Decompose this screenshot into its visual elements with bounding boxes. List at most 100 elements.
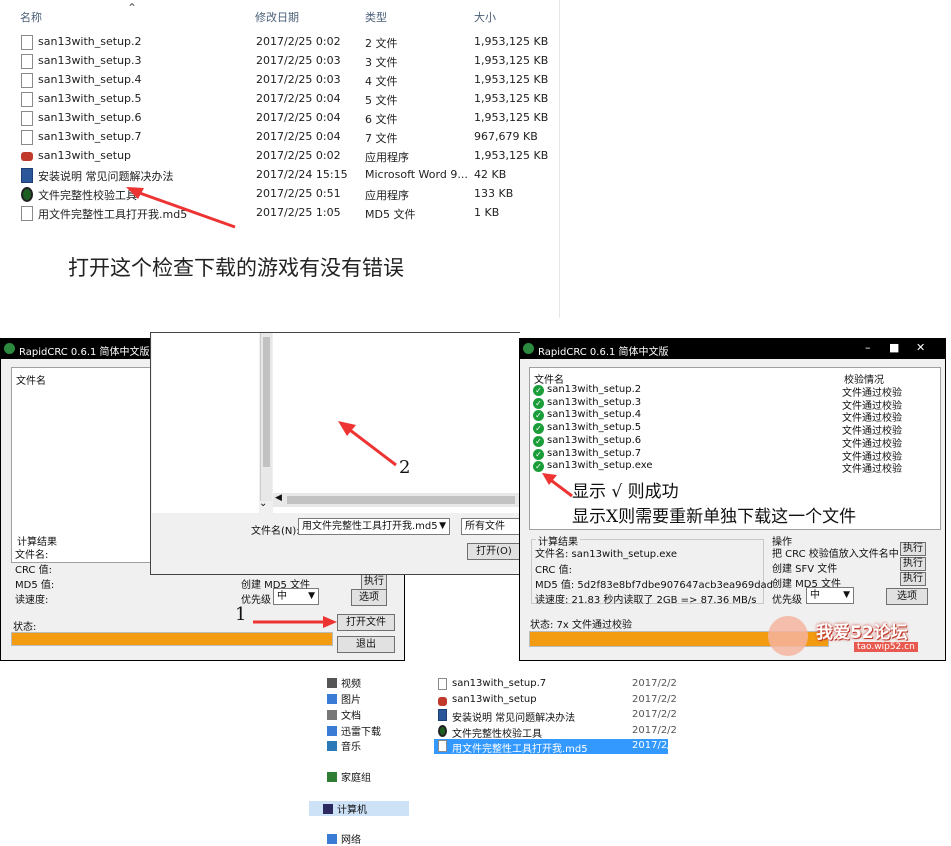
- navigation-pane: [152, 333, 259, 513]
- file-date: 2017/2/24 15:15: [256, 168, 348, 181]
- dialog-file-date: 2017/2/2: [632, 678, 677, 689]
- file-row[interactable]: 文件完整性校验工具 2017/2/25 0:51 应用程序 133 KB: [0, 184, 560, 203]
- open-button[interactable]: 打开(O): [467, 543, 521, 560]
- red-arrow-icon: [542, 473, 573, 498]
- nav-item[interactable]: 视频: [327, 675, 361, 690]
- verify-file-name: san13with_setup.6: [547, 434, 642, 446]
- instruction-note: 打开这个检查下载的游戏有没有错误: [68, 256, 404, 280]
- file-row[interactable]: san13with_setup.6 2017/2/25 0:04 6 文件 1,953…: [0, 108, 560, 127]
- nav-item-label: 家庭组: [341, 773, 371, 784]
- file-row[interactable]: san13with_setup 2017/2/25 0:02 应用程序 1,953,1…: [0, 146, 560, 165]
- file-row[interactable]: 用文件完整性工具打开我.md5 2017/2/25 1:05 MD5 文件 1 KB: [0, 203, 560, 222]
- exec-button[interactable]: 执行: [900, 557, 926, 571]
- exec-button[interactable]: 执行: [900, 572, 926, 586]
- result-field-label: 读速度:: [15, 595, 49, 606]
- file-date: 2017/2/25 0:04: [256, 111, 341, 124]
- nav-scrollbar[interactable]: [260, 333, 272, 501]
- dialog-file-row[interactable]: san13with_setup.7 2017/2/2: [434, 677, 677, 692]
- operation-label: 把 CRC 校验值放入文件名中: [772, 549, 899, 560]
- file-date: 2017/2/25 0:51: [256, 187, 341, 200]
- file-size: 42 KB: [474, 168, 507, 181]
- nav-item[interactable]: 网络: [327, 831, 361, 846]
- sort-chevron-up-icon: ⌃: [127, 1, 138, 15]
- file-row[interactable]: san13with_setup.2 2017/2/25 0:02 2 文件 1,953…: [0, 32, 560, 51]
- file-type: 2 文件: [365, 37, 398, 50]
- check-icon: ✓: [533, 410, 544, 422]
- result-speed: 读速度: 21.83 秒内读取了 2GB => 87.36 MB/s: [535, 595, 757, 606]
- verify-row[interactable]: ✓ san13with_setup.6 文件通过校验: [533, 434, 913, 450]
- file-row[interactable]: 安装说明 常见问题解决办法 2017/2/24 15:15 Microsoft Wo…: [0, 165, 560, 184]
- priority-select[interactable]: 中 ▼: [273, 588, 319, 605]
- check-icon: ✓: [533, 461, 544, 473]
- options-button[interactable]: 选项: [886, 588, 928, 605]
- horizontal-scrollbar[interactable]: ◀: [273, 493, 521, 507]
- file-row[interactable]: san13with_setup.5 2017/2/25 0:04 5 文件 1,953…: [0, 89, 560, 108]
- minimize-button[interactable]: –: [865, 341, 871, 354]
- dialog-file-row[interactable]: 文件完整性校验工具 2017/2/2: [434, 724, 677, 740]
- verify-row[interactable]: ✓ san13with_setup.4 文件通过校验: [533, 409, 913, 424]
- verify-row[interactable]: ✓ san13with_setup.7 文件通过校验: [533, 448, 913, 463]
- fail-note: 显示X则需要重新单独下载这一个文件: [572, 507, 857, 527]
- filename-input[interactable]: 用文件完整性工具打开我.md5 ▼: [298, 518, 450, 535]
- column-size[interactable]: 大小: [474, 9, 496, 25]
- success-note: 显示 √ 则成功: [572, 482, 679, 502]
- filename-label: 文件名(N):: [251, 526, 300, 537]
- maximize-button[interactable]: ■: [889, 341, 899, 354]
- nav-item[interactable]: 音乐: [327, 738, 361, 753]
- window-title: RapidCRC 0.6.1 简体中文版: [538, 347, 669, 358]
- exit-button[interactable]: 退出: [337, 636, 395, 653]
- priority-select[interactable]: 中 ▼: [806, 587, 854, 604]
- file-type: 5 文件: [365, 94, 398, 107]
- pictures-folder-icon: [327, 694, 337, 704]
- file-date: 2017/2/25 1:05: [256, 206, 341, 219]
- check-icon: ✓: [533, 435, 544, 447]
- exec-button[interactable]: 执行: [900, 542, 926, 556]
- dialog-file-row[interactable]: 用文件完整性工具打开我.md5 2017/2/2: [434, 739, 677, 755]
- exec-button[interactable]: 执行: [361, 573, 387, 590]
- homegroup-icon: [327, 772, 337, 782]
- setup-app-icon: [438, 696, 447, 706]
- red-arrow-icon: [253, 616, 337, 628]
- rapidcrc-logo-icon: [4, 343, 15, 354]
- open-file-button[interactable]: 打开文件: [337, 614, 395, 631]
- verify-status: 文件通过校验: [842, 464, 902, 476]
- dialog-file-row[interactable]: san13with_setup 2017/2/2: [434, 693, 677, 708]
- nav-item-label: 迅雷下载: [341, 727, 381, 738]
- verify-row[interactable]: ✓ san13with_setup.5 文件通过校验: [533, 422, 913, 437]
- verify-file-name: san13with_setup.exe: [547, 460, 653, 472]
- rapidcrc-logo-icon: [523, 343, 534, 354]
- operation-label: 创建 SFV 文件: [772, 564, 838, 575]
- verify-row[interactable]: ✓ san13with_setup.2 文件通过校验: [533, 384, 913, 399]
- verify-file-name: san13with_setup.2: [547, 384, 642, 395]
- result-crc: CRC 值:: [535, 565, 572, 576]
- file-icon: [438, 678, 447, 690]
- check-icon: ✓: [533, 448, 544, 460]
- nav-item[interactable]: 迅雷下载: [327, 723, 381, 738]
- column-name[interactable]: 名称: [20, 9, 42, 25]
- file-row[interactable]: san13with_setup.4 2017/2/25 0:03 4 文件 1,953…: [0, 70, 560, 89]
- file-size: 1,953,125 KB: [474, 111, 549, 124]
- file-size: 1,953,125 KB: [474, 149, 549, 162]
- dialog-file-row[interactable]: 安装说明 常见问题解决办法 2017/2/2: [434, 708, 677, 724]
- column-date[interactable]: 修改日期: [255, 9, 299, 25]
- chevron-down-icon: ▼: [843, 590, 850, 600]
- file-name: san13with_setup.3: [38, 54, 142, 67]
- verify-row[interactable]: ✓ san13with_setup.3 文件通过校验: [533, 397, 913, 412]
- close-button[interactable]: ✕: [916, 341, 925, 354]
- nav-item[interactable]: 家庭组: [327, 769, 371, 784]
- watermark-logo-icon: [768, 616, 808, 656]
- dialog-file-date: 2017/2/2: [632, 740, 677, 751]
- nav-item[interactable]: 文档: [327, 707, 361, 722]
- chevron-down-icon[interactable]: ⌄: [259, 498, 267, 509]
- nav-item[interactable]: 图片: [327, 691, 361, 706]
- options-button[interactable]: 选项: [351, 589, 387, 606]
- file-row[interactable]: san13with_setup.3 2017/2/25 0:03 3 文件 1,953…: [0, 51, 560, 70]
- column-type[interactable]: 类型: [365, 9, 387, 25]
- file-icon: [21, 92, 33, 107]
- nav-item[interactable]: 计算机: [309, 801, 409, 816]
- verify-row[interactable]: ✓ san13with_setup.exe 文件通过校验: [533, 460, 913, 476]
- file-type-filter[interactable]: 所有文件: [461, 518, 521, 535]
- file-date: 2017/2/25 0:04: [256, 92, 341, 105]
- file-name: san13with_setup.7: [38, 130, 142, 143]
- file-row[interactable]: san13with_setup.7 2017/2/25 0:04 7 文件 967,6…: [0, 127, 560, 146]
